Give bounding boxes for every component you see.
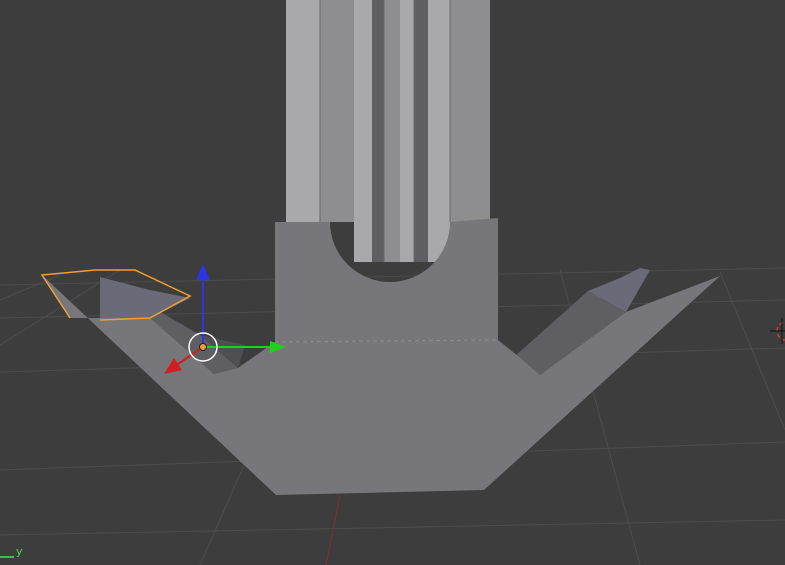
selected-face[interactable]: [100, 277, 190, 318]
pivot-point: [199, 343, 207, 351]
3d-cursor[interactable]: [770, 318, 785, 344]
x-axis-line: [325, 494, 341, 565]
axis-indicator-label: y: [16, 545, 23, 558]
3d-viewport[interactable]: y: [0, 0, 785, 565]
axis-indicator-line: [0, 556, 14, 558]
gizmo-z-arrow[interactable]: [196, 264, 210, 280]
scene-canvas[interactable]: [0, 0, 785, 565]
